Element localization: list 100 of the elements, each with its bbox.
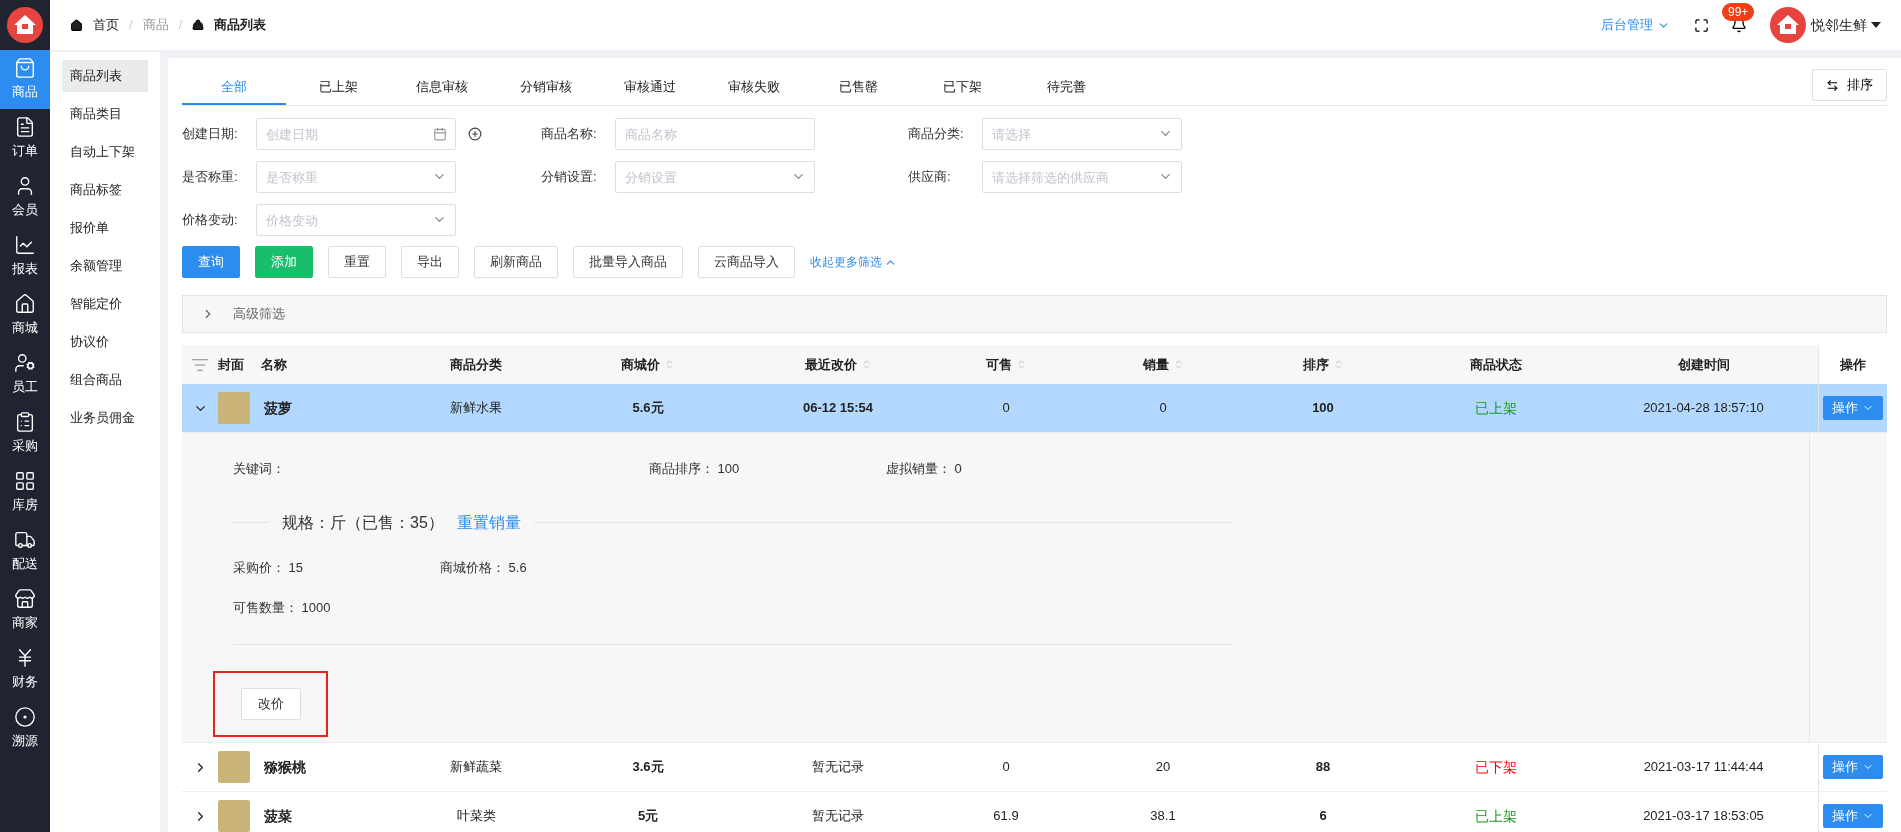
input-field[interactable]: 商品名称 bbox=[615, 118, 815, 150]
filter-label: 商品名称: bbox=[541, 125, 598, 144]
table-cell-text: 3.6元 bbox=[631, 758, 665, 777]
table-cell-text: 2021-04-28 18:57:10 bbox=[1642, 399, 1765, 418]
rail-item[interactable]: 商城 bbox=[0, 286, 50, 345]
rail-item[interactable]: 员工 bbox=[0, 345, 50, 404]
action-button[interactable]: 刷新商品 bbox=[474, 246, 558, 278]
tab[interactable]: 全部 bbox=[182, 71, 286, 105]
product-name: 菠萝 bbox=[263, 398, 293, 418]
product-name: 猕猴桃 bbox=[263, 757, 307, 777]
rail-item[interactable]: 溯源 bbox=[0, 699, 50, 758]
tab[interactable]: 已售罄 bbox=[806, 71, 910, 105]
notification-badge: 99+ bbox=[1722, 3, 1755, 21]
column-header[interactable]: 可售 bbox=[985, 354, 1027, 375]
rail-item[interactable]: 采购 bbox=[0, 404, 50, 463]
house-icon bbox=[14, 293, 36, 316]
filter-label: 商品分类: bbox=[908, 125, 965, 144]
document-icon bbox=[14, 116, 36, 139]
admin-menu[interactable]: 后台管理 bbox=[1601, 15, 1670, 35]
add-circle-icon[interactable] bbox=[468, 127, 482, 141]
basket-icon bbox=[192, 19, 205, 31]
table-cell-text: 暂无记录 bbox=[811, 807, 865, 826]
collapse-filters-link[interactable]: 收起更多筛选 bbox=[810, 253, 897, 271]
column-header[interactable]: 创建时间 bbox=[1677, 354, 1730, 375]
submenu-item[interactable]: 商品列表 bbox=[62, 60, 148, 92]
action-button[interactable]: 重置 bbox=[328, 246, 386, 278]
rail-item[interactable]: 会员 bbox=[0, 168, 50, 227]
table-cell-text: 100 bbox=[1311, 399, 1335, 418]
column-header[interactable]: 商品分类 bbox=[450, 354, 502, 375]
column-header[interactable]: 最近改价 bbox=[804, 354, 872, 375]
rail-item[interactable]: 财务 bbox=[0, 640, 50, 699]
submenu-item[interactable]: 余额管理 bbox=[62, 250, 148, 282]
column-header[interactable]: 商城价 bbox=[621, 354, 675, 375]
detail-field: 商城价格： 5.6 bbox=[440, 557, 1233, 577]
filter-label: 是否称重: bbox=[182, 168, 239, 187]
action-button[interactable]: 导出 bbox=[401, 246, 459, 278]
submenu-item[interactable]: 商品类目 bbox=[62, 98, 148, 130]
detail-field: 关键词： bbox=[233, 459, 649, 479]
change-price-button[interactable]: 改价 bbox=[240, 687, 301, 720]
filter-label: 分销设置: bbox=[541, 168, 598, 187]
select-field[interactable]: 请选择筛选的供应商 bbox=[982, 161, 1182, 193]
tab[interactable]: 分销审核 bbox=[494, 71, 598, 105]
filter-label: 供应商: bbox=[908, 168, 952, 187]
detail-field: 采购价： 15 bbox=[233, 557, 440, 577]
rail-item[interactable]: 订单 bbox=[0, 109, 50, 168]
column-header[interactable]: 名称 bbox=[261, 354, 287, 375]
tab[interactable]: 审核通过 bbox=[598, 71, 702, 105]
column-header[interactable]: 排序 bbox=[1302, 354, 1344, 375]
column-header[interactable]: 销量 bbox=[1142, 354, 1184, 375]
select-field[interactable]: 分销设置 bbox=[615, 161, 815, 193]
filter-label: 价格变动: bbox=[182, 211, 239, 230]
breadcrumb-item[interactable]: 首页 bbox=[93, 15, 119, 35]
logo-icon bbox=[1769, 6, 1807, 44]
submenu-item[interactable]: 组合商品 bbox=[62, 364, 148, 396]
breadcrumb-item: 商品列表 bbox=[214, 16, 267, 35]
column-header[interactable]: 商品状态 bbox=[1470, 354, 1522, 375]
submenu-item[interactable]: 协议价 bbox=[62, 326, 148, 358]
submenu-item[interactable]: 报价单 bbox=[62, 212, 148, 244]
grid-icon bbox=[14, 470, 36, 493]
rail-item[interactable]: 商家 bbox=[0, 581, 50, 640]
action-button[interactable]: 批量导入商品 bbox=[573, 246, 683, 278]
submenu-item[interactable]: 自动上下架 bbox=[62, 136, 148, 168]
user-name[interactable]: 悦邻生鲜 bbox=[1811, 14, 1867, 36]
submenu-item[interactable]: 业务员佣金 bbox=[62, 402, 148, 434]
tab[interactable]: 审核失败 bbox=[702, 71, 806, 105]
tab[interactable]: 已下架 bbox=[910, 71, 1014, 105]
fullscreen-icon[interactable] bbox=[1694, 17, 1709, 33]
swap-arrows-icon bbox=[1826, 78, 1839, 92]
submenu-item[interactable]: 智能定价 bbox=[62, 288, 148, 320]
column-header[interactable]: 封面 bbox=[218, 354, 244, 375]
action-button[interactable]: 云商品导入 bbox=[698, 246, 795, 278]
calendar-icon bbox=[433, 127, 447, 141]
select-field[interactable]: 价格变动 bbox=[256, 204, 456, 236]
table-cell-text: 5元 bbox=[636, 807, 660, 826]
rail-item[interactable]: 配送 bbox=[0, 522, 50, 581]
advanced-filter-bar[interactable]: 高级筛选 bbox=[182, 295, 1887, 333]
tab[interactable]: 已上架 bbox=[286, 71, 390, 105]
detail-field: 商品排序： 100 bbox=[649, 459, 886, 479]
select-field[interactable]: 请选择 bbox=[982, 118, 1182, 150]
detail-field: 可售数量： 1000 bbox=[233, 598, 440, 618]
circle-icon bbox=[14, 706, 36, 729]
status-text: 已下架 bbox=[1475, 757, 1517, 777]
tab[interactable]: 信息审核 bbox=[390, 71, 494, 105]
breadcrumb-separator: / bbox=[129, 16, 133, 35]
product-photo-placeholder bbox=[218, 392, 250, 424]
tab[interactable]: 待完善 bbox=[1014, 71, 1118, 105]
table-cell-text: 2021-03-17 18:53:05 bbox=[1642, 807, 1765, 826]
date-field[interactable]: 创建日期 bbox=[256, 118, 456, 150]
person-icon bbox=[14, 352, 36, 375]
sort-button[interactable]: 排序 bbox=[1812, 69, 1887, 101]
filter-label: 创建日期: bbox=[182, 125, 239, 144]
table-cell-text: 61.9 bbox=[992, 807, 1020, 826]
select-field[interactable]: 是否称重 bbox=[256, 161, 456, 193]
table-cell-text: 06-12 15:54 bbox=[801, 399, 875, 418]
rail-item[interactable]: 库房 bbox=[0, 463, 50, 522]
submenu-item[interactable]: 商品标签 bbox=[62, 174, 148, 206]
chart-icon bbox=[14, 234, 36, 257]
rail-item[interactable]: 报表 bbox=[0, 227, 50, 286]
status-text: 已上架 bbox=[1475, 398, 1517, 418]
logo-icon bbox=[6, 6, 44, 44]
